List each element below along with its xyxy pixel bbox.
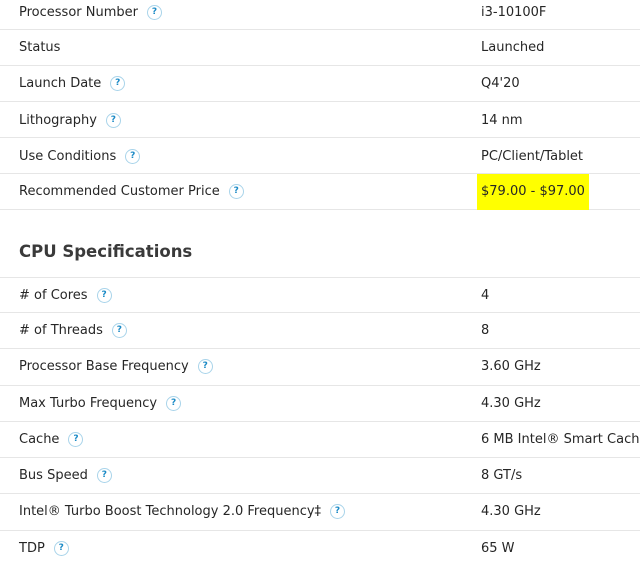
spec-value: 6 MB Intel® Smart Cache [481, 432, 640, 447]
spec-value: 14 nm [481, 113, 523, 128]
help-icon[interactable]: ? [146, 5, 162, 20]
spec-value: 4 [481, 288, 490, 303]
help-icon[interactable]: ? [110, 76, 126, 91]
spec-label: Status [19, 40, 61, 55]
spec-label: Lithography ? [19, 113, 121, 128]
spec-value: $79.00 - $97.00 [477, 174, 589, 210]
spec-value: 4.30 GHz [481, 396, 541, 411]
help-icon[interactable]: ? [228, 184, 244, 199]
spec-value: 8 GT/s [481, 468, 523, 483]
price-highlight: $79.00 - $97.00 [477, 174, 589, 210]
spec-label: Max Turbo Frequency ? [19, 396, 182, 411]
help-icon[interactable]: ? [330, 504, 346, 519]
spec-value: 4.30 GHz [481, 504, 541, 519]
help-icon[interactable]: ? [111, 323, 127, 338]
spec-value: 65 W [481, 541, 515, 556]
spec-row-launch-date: Launch Date ? Q4'20 [0, 66, 640, 102]
spec-row-threads: # of Threads ? 8 [0, 313, 640, 349]
spec-row-bus-speed: Bus Speed ? 8 GT/s [0, 458, 640, 494]
spec-row-use-conditions: Use Conditions ? PC/Client/Tablet [0, 138, 640, 174]
help-icon[interactable]: ? [197, 359, 213, 374]
help-icon[interactable]: ? [96, 288, 112, 303]
help-icon[interactable]: ? [125, 149, 141, 164]
spec-row-cache: Cache ? 6 MB Intel® Smart Cache [0, 422, 640, 458]
spec-value: i3-10100F [481, 5, 547, 20]
section-title-cpu-specifications: CPU Specifications [19, 242, 193, 261]
spec-value: Launched [481, 40, 545, 55]
spec-row-cores: # of Cores ? 4 [0, 277, 640, 313]
spec-value: Q4'20 [481, 76, 520, 91]
spec-value: PC/Client/Tablet [481, 149, 584, 164]
spec-row-base-frequency: Processor Base Frequency ? 3.60 GHz [0, 349, 640, 386]
spec-row-lithography: Lithography ? 14 nm [0, 102, 640, 138]
spec-label: # of Cores ? [19, 288, 112, 303]
help-icon[interactable]: ? [96, 468, 112, 483]
spec-value: 8 [481, 323, 490, 338]
spec-label: Processor Base Frequency ? [19, 359, 213, 374]
spec-row-status: Status Launched [0, 30, 640, 66]
spec-label: TDP ? [19, 541, 69, 556]
help-icon[interactable]: ? [105, 113, 121, 128]
spec-label: Cache ? [19, 432, 84, 447]
spec-row-tdp: TDP ? 65 W [0, 531, 640, 568]
spec-label: Intel® Turbo Boost Technology 2.0 Freque… [19, 504, 346, 519]
spec-label: Processor Number ? [19, 5, 162, 20]
spec-row-processor-number: Processor Number ? i3-10100F [0, 0, 640, 30]
spec-value: 3.60 GHz [481, 359, 541, 374]
help-icon[interactable]: ? [68, 432, 84, 447]
spec-label: Recommended Customer Price ? [19, 184, 244, 199]
spec-row-turbo-boost-2-frequency: Intel® Turbo Boost Technology 2.0 Freque… [0, 494, 640, 531]
spec-label: Use Conditions ? [19, 149, 141, 164]
spec-row-recommended-customer-price: Recommended Customer Price ? $79.00 - $9… [0, 174, 640, 210]
spec-label: Bus Speed ? [19, 468, 112, 483]
help-icon[interactable]: ? [166, 396, 182, 411]
spec-label: Launch Date ? [19, 76, 126, 91]
spec-label: # of Threads ? [19, 323, 127, 338]
help-icon[interactable]: ? [53, 541, 69, 556]
spec-row-max-turbo-frequency: Max Turbo Frequency ? 4.30 GHz [0, 386, 640, 422]
